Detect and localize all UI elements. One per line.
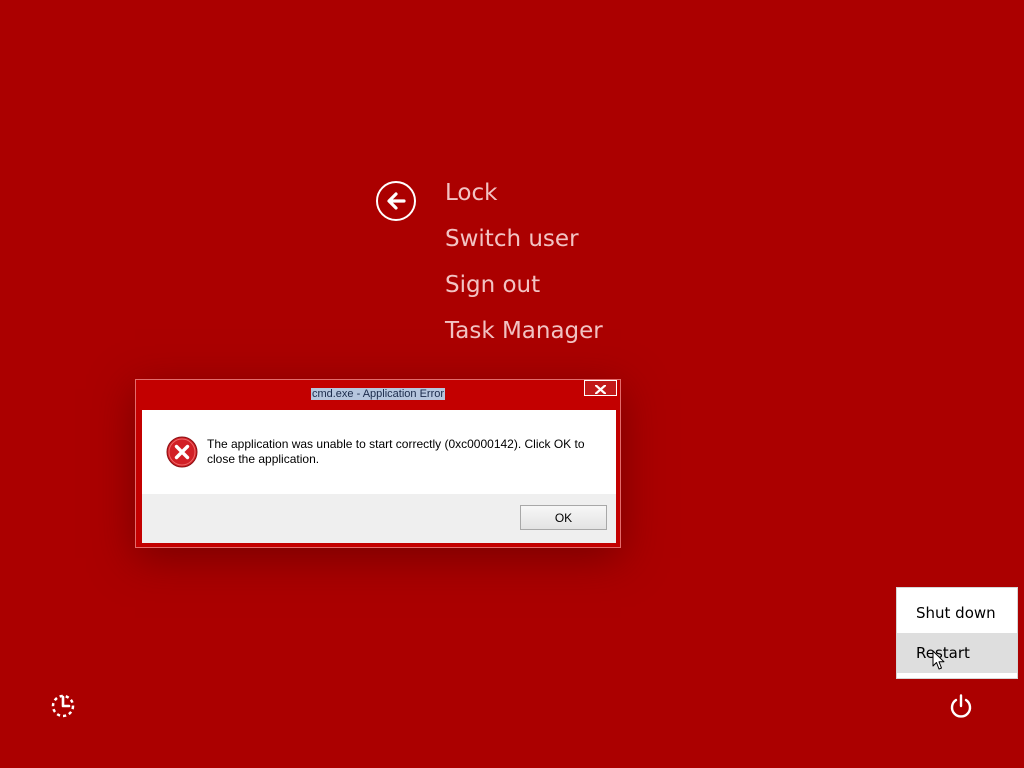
error-icon <box>166 436 198 468</box>
security-options-menu: Lock Switch user Sign out Task Manager <box>445 170 603 354</box>
application-error-dialog: cmd.exe - Application Error The applicat… <box>135 379 621 548</box>
dialog-message-area: The application was unable to start corr… <box>142 410 616 494</box>
dialog-content: The application was unable to start corr… <box>142 410 616 543</box>
dialog-title: cmd.exe - Application Error <box>310 388 446 400</box>
ease-of-access-button[interactable] <box>49 692 77 720</box>
task-manager-option[interactable]: Task Manager <box>445 308 603 354</box>
error-message: The application was unable to start corr… <box>207 437 585 466</box>
power-options-menu: Shut down Restart <box>896 587 1018 679</box>
sign-out-option[interactable]: Sign out <box>445 262 603 308</box>
shut-down-option[interactable]: Shut down <box>897 593 1017 633</box>
ease-of-access-icon <box>49 694 77 724</box>
lock-option[interactable]: Lock <box>445 170 603 216</box>
close-icon <box>594 379 607 398</box>
restart-option[interactable]: Restart <box>897 633 1017 673</box>
dialog-button-area: OK <box>142 494 616 543</box>
switch-user-option[interactable]: Switch user <box>445 216 603 262</box>
power-icon <box>947 694 975 724</box>
back-button[interactable] <box>376 181 416 221</box>
power-button[interactable] <box>947 692 975 720</box>
close-button[interactable] <box>584 380 617 396</box>
back-arrow-icon <box>384 189 408 213</box>
dialog-titlebar[interactable]: cmd.exe - Application Error <box>136 380 620 410</box>
mouse-pointer-icon <box>932 650 946 671</box>
ok-button[interactable]: OK <box>520 505 607 530</box>
